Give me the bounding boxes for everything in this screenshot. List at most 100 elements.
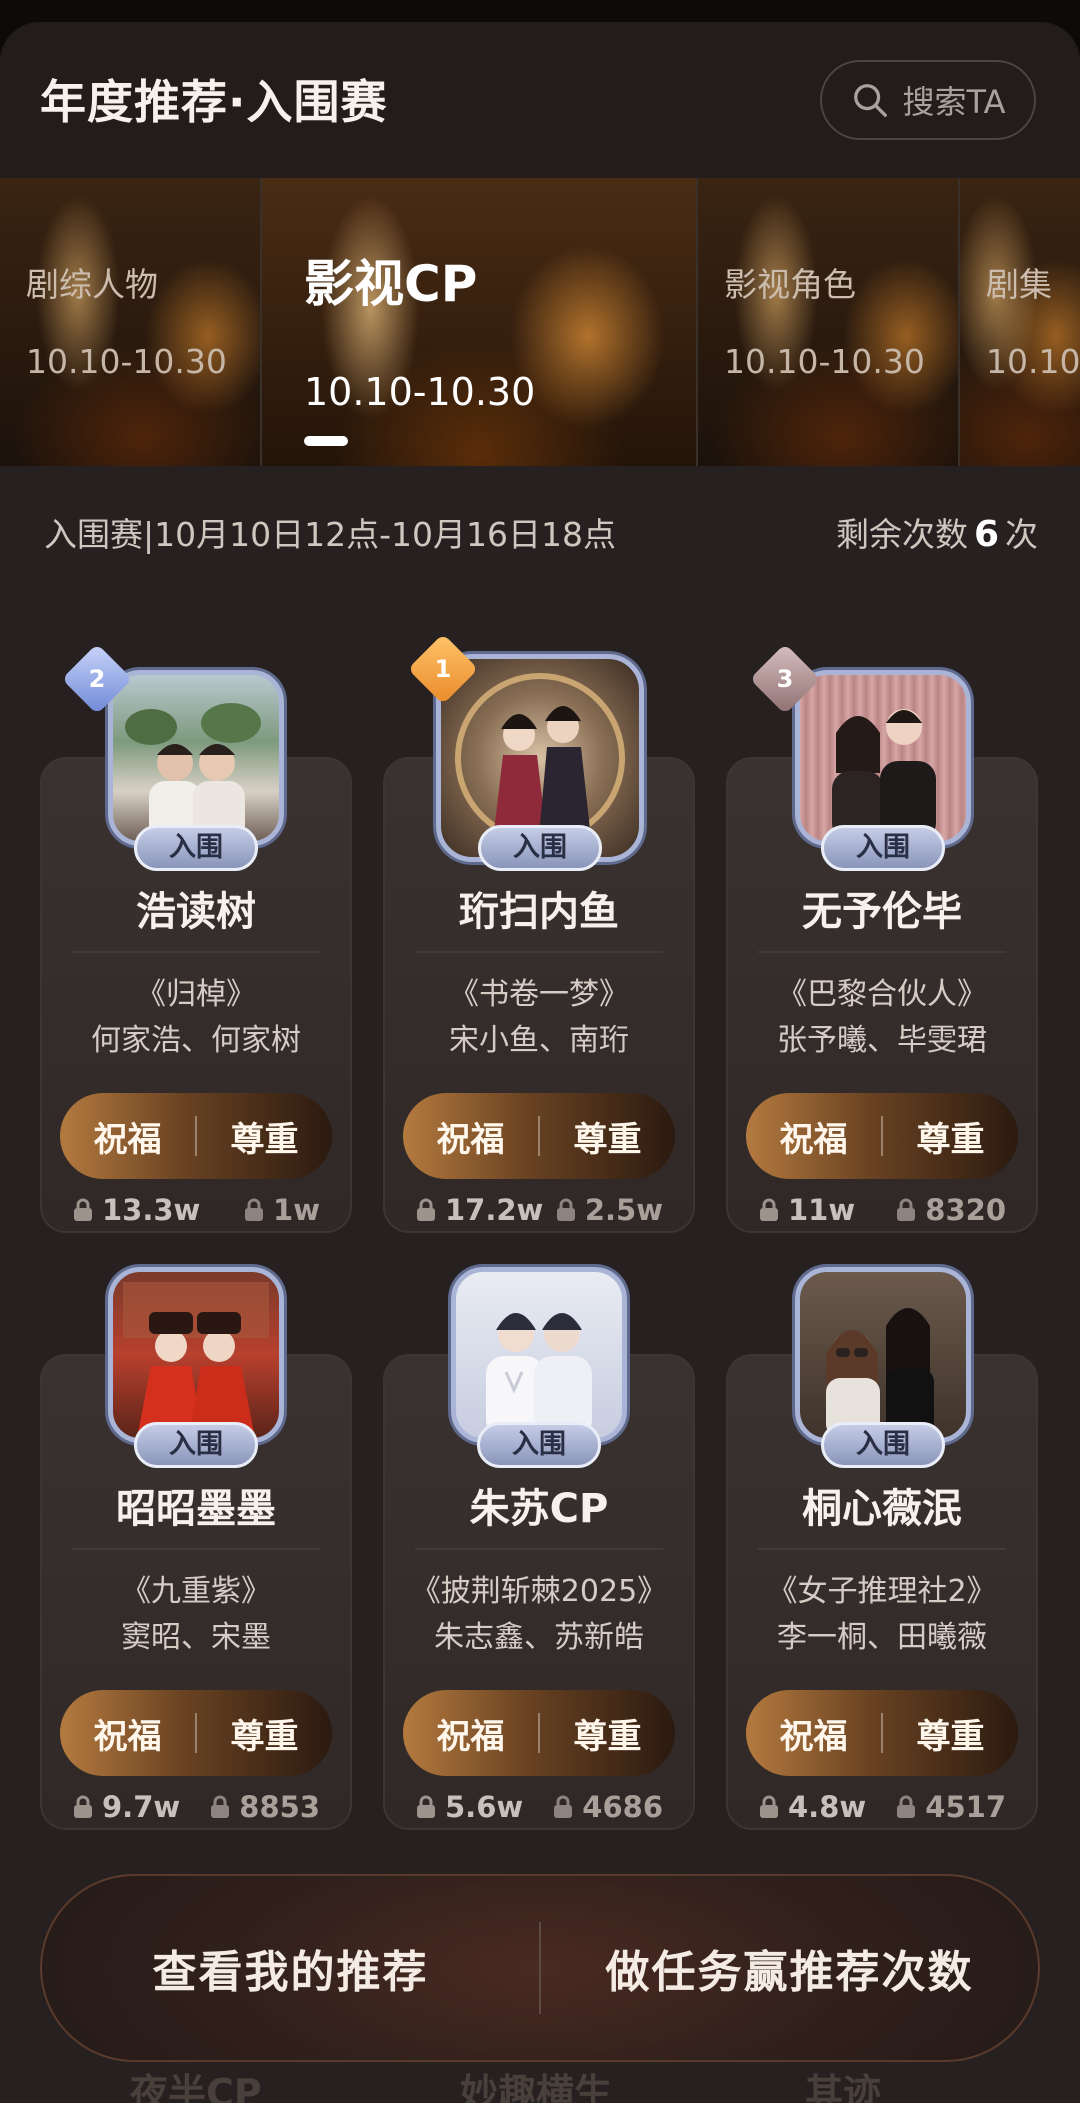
vote-actions: 祝福 尊重 — [746, 1690, 1018, 1776]
category-tabs: 剧综人物 10.10-10.30 影视CP 10.10-10.30 影视角色 1… — [0, 178, 1080, 466]
bless-button[interactable]: 祝福 — [403, 1709, 538, 1758]
search-label: 搜索TA — [902, 83, 1006, 121]
page-title: 年度推荐·入围赛 — [40, 75, 388, 129]
cp-avatar[interactable] — [795, 670, 971, 846]
status-pill: 入围 — [134, 1422, 258, 1468]
bless-button[interactable]: 祝福 — [403, 1112, 538, 1161]
cp-name: 珩扫内鱼 — [459, 889, 619, 935]
bless-count: 9.7w — [72, 1790, 180, 1824]
vote-counts: 9.7w 8853 — [72, 1790, 320, 1824]
cp-name: 昭昭墨墨 — [116, 1486, 276, 1532]
tab-series[interactable]: 剧集 10.10-10.30 — [958, 178, 1080, 466]
respect-button[interactable]: 尊重 — [883, 1112, 1018, 1161]
bless-button[interactable]: 祝福 — [60, 1709, 195, 1758]
tab-film-cp[interactable]: 影视CP 10.10-10.30 — [260, 178, 696, 466]
lock-icon — [245, 1198, 264, 1221]
cp-name: 浩读树 — [136, 889, 256, 935]
bless-count: 13.3w — [72, 1193, 200, 1227]
stage-info: 入围赛|10月10日12点-10月16日18点 — [44, 515, 616, 554]
tab-drama-variety-person[interactable]: 剧综人物 10.10-10.30 — [0, 178, 260, 466]
status-pill: 入围 — [821, 1422, 945, 1468]
avatar-image — [123, 1282, 269, 1438]
vote-actions: 祝福 尊重 — [746, 1093, 1018, 1179]
rank-badge: 3 — [749, 643, 821, 715]
lock-icon — [417, 1795, 435, 1818]
earn-votes-tasks-button[interactable]: 做任务赢推荐次数 — [541, 1936, 1038, 2000]
remaining-count: 6 — [973, 514, 999, 555]
actor-names: 朱志鑫、苏新皓 — [434, 1620, 644, 1655]
actor-names: 宋小鱼、南珩 — [449, 1023, 629, 1058]
tab-film-character[interactable]: 影视角色 10.10-10.30 — [696, 178, 958, 466]
vote-actions: 祝福 尊重 — [60, 1690, 332, 1776]
rank-badge: 2 — [61, 643, 133, 715]
work-title: 《九重紫》 — [121, 1574, 271, 1609]
lock-icon — [554, 1795, 573, 1818]
vote-actions: 祝福 尊重 — [403, 1690, 675, 1776]
respect-count: 1w — [243, 1193, 320, 1227]
tab-date: 10.10-10.30 — [986, 342, 1080, 381]
next-card-name: 夜半CP — [130, 2071, 262, 2103]
cp-name: 桐心薇泯 — [802, 1486, 962, 1532]
respect-count: 8853 — [209, 1790, 320, 1824]
divider — [415, 951, 663, 953]
tab-date: 10.10-10.30 — [724, 342, 925, 381]
vote-counts: 4.8w 4517 — [758, 1790, 1006, 1824]
status-pill: 入围 — [821, 825, 945, 871]
divider — [72, 1548, 320, 1550]
respect-count: 2.5w — [555, 1193, 663, 1227]
respect-button[interactable]: 尊重 — [197, 1709, 332, 1758]
tab-label: 剧综人物 — [26, 265, 158, 304]
bless-button[interactable]: 祝福 — [60, 1112, 195, 1161]
recommendation-sheet: 年度推荐·入围赛 搜索TA 剧综人物 10.10-10.30 影视CP 10.1… — [0, 22, 1080, 2103]
work-title: 《归棹》 — [136, 977, 256, 1012]
status-pill: 入围 — [478, 825, 602, 871]
cp-name: 朱苏CP — [469, 1486, 609, 1532]
tab-date: 10.10-10.30 — [304, 370, 536, 414]
search-button[interactable]: 搜索TA — [820, 60, 1036, 140]
vote-counts: 17.2w 2.5w — [415, 1193, 663, 1227]
tab-label: 剧集 — [986, 265, 1052, 304]
lock-icon — [556, 1198, 575, 1221]
cp-avatar[interactable] — [451, 1267, 627, 1443]
respect-count: 4686 — [552, 1790, 663, 1824]
bless-count: 4.8w — [758, 1790, 866, 1824]
divider — [72, 951, 320, 953]
cp-avatar[interactable] — [108, 1267, 284, 1443]
lock-icon — [74, 1198, 92, 1221]
my-recommendations-button[interactable]: 查看我的推荐 — [42, 1936, 539, 2000]
tab-label: 影视CP — [304, 255, 478, 313]
bless-button[interactable]: 祝福 — [746, 1112, 881, 1161]
respect-button[interactable]: 尊重 — [883, 1709, 1018, 1758]
respect-count: 4517 — [895, 1790, 1006, 1824]
next-card-name: 妙趣横生 — [460, 2071, 613, 2103]
active-tab-indicator — [304, 436, 348, 446]
work-title: 《书卷一梦》 — [449, 977, 629, 1012]
avatar-image — [826, 1308, 934, 1438]
bottom-action-bar: 查看我的推荐 做任务赢推荐次数 — [40, 1874, 1040, 2062]
status-pill: 入围 — [477, 1422, 601, 1468]
vote-counts: 13.3w 1w — [72, 1193, 320, 1227]
cp-avatar[interactable] — [108, 670, 284, 846]
actor-names: 何家浩、何家树 — [91, 1023, 301, 1058]
respect-count: 8320 — [895, 1193, 1006, 1227]
respect-button[interactable]: 尊重 — [540, 1112, 675, 1161]
actor-names: 李一桐、田曦薇 — [777, 1620, 987, 1655]
avatar-image — [832, 709, 936, 841]
vote-actions: 祝福 尊重 — [60, 1093, 332, 1179]
search-icon — [853, 84, 887, 117]
vote-counts: 5.6w 4686 — [415, 1790, 663, 1824]
bless-button[interactable]: 祝福 — [746, 1709, 881, 1758]
cp-avatar[interactable] — [795, 1267, 971, 1443]
rank-badge: 1 — [407, 633, 479, 705]
lock-icon — [760, 1795, 778, 1818]
tab-date: 10.10-10.30 — [26, 342, 227, 381]
avatar-image — [486, 1313, 592, 1438]
respect-button[interactable]: 尊重 — [540, 1709, 675, 1758]
cp-name: 无予伦毕 — [802, 889, 962, 935]
bless-count: 11w — [758, 1193, 855, 1227]
respect-button[interactable]: 尊重 — [197, 1112, 332, 1161]
bless-count: 5.6w — [415, 1790, 523, 1824]
remaining-votes: 剩余次数 6 次 — [836, 508, 1038, 556]
work-title: 《巴黎合伙人》 — [777, 977, 987, 1012]
lock-icon — [897, 1795, 916, 1818]
